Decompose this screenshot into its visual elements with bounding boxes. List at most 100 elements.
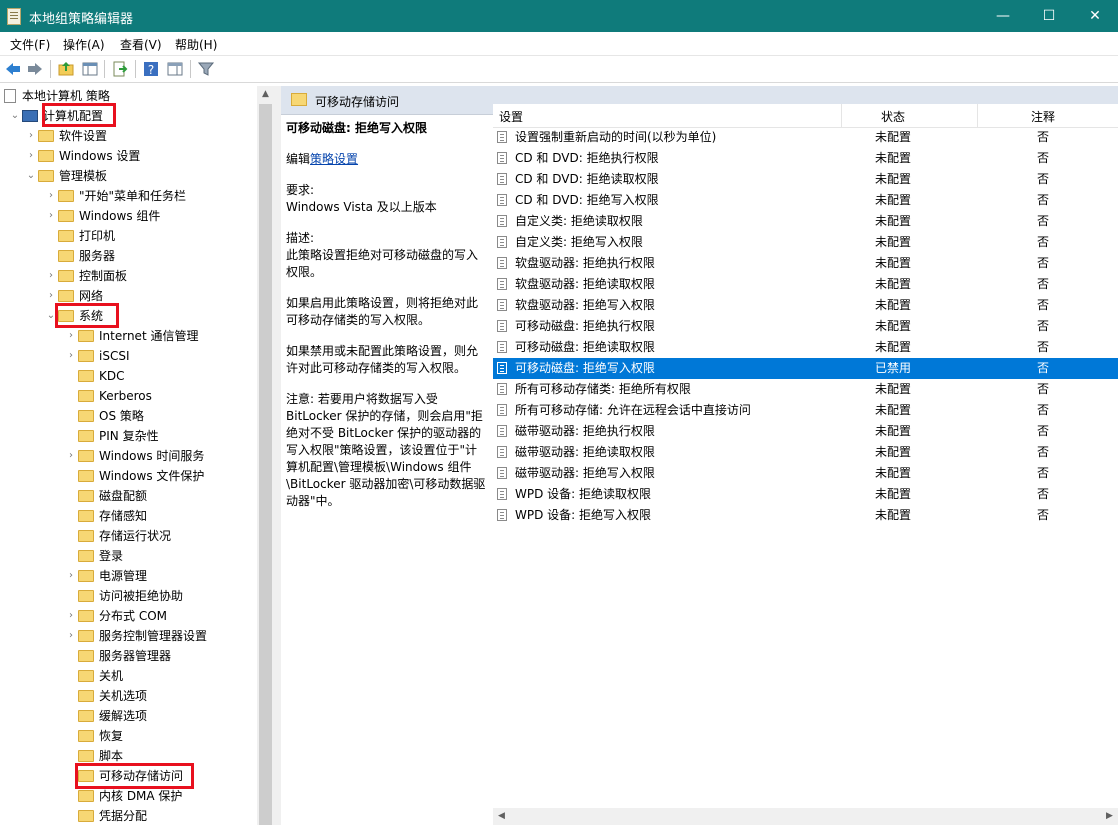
tree-item[interactable]: › Windows 时间服务 — [64, 446, 204, 466]
collapsed-chevron-icon[interactable]: › — [44, 266, 58, 286]
policy-setting-row[interactable]: 可移动磁盘: 拒绝写入权限 已禁用 否 — [493, 358, 1118, 379]
policy-setting-row[interactable]: 软盘驱动器: 拒绝执行权限 未配置 否 — [493, 253, 1118, 274]
pane-splitter[interactable] — [274, 86, 281, 825]
tree-item[interactable]: ⌄ 系统 — [44, 306, 103, 326]
collapsed-chevron-icon[interactable]: › — [44, 206, 58, 226]
tree-item[interactable]: 可移动存储访问 — [64, 766, 183, 786]
policy-setting-row[interactable]: CD 和 DVD: 拒绝执行权限 未配置 否 — [493, 148, 1118, 169]
tree-item[interactable]: › iSCSI — [64, 346, 130, 366]
scroll-left-arrow-icon[interactable]: ◀ — [493, 808, 510, 825]
collapsed-chevron-icon[interactable]: › — [24, 126, 38, 146]
policy-setting-row[interactable]: 磁带驱动器: 拒绝读取权限 未配置 否 — [493, 442, 1118, 463]
export-list-icon[interactable] — [111, 60, 129, 78]
menu-file[interactable]: 文件(F) — [10, 36, 50, 53]
help-icon[interactable]: ? — [142, 60, 160, 78]
tree-item[interactable]: › Windows 组件 — [44, 206, 160, 226]
column-header-state[interactable]: 状态 — [881, 108, 905, 125]
tree-item[interactable]: 访问被拒绝协助 — [64, 586, 183, 606]
policy-setting-row[interactable]: CD 和 DVD: 拒绝写入权限 未配置 否 — [493, 190, 1118, 211]
forward-icon[interactable] — [26, 60, 44, 78]
policy-setting-row[interactable]: 设置强制重新启动的时间(以秒为单位) 未配置 否 — [493, 127, 1118, 148]
tree-item[interactable]: Windows 文件保护 — [64, 466, 204, 486]
tree-item[interactable]: › 控制面板 — [44, 266, 127, 286]
policy-setting-row[interactable]: WPD 设备: 拒绝写入权限 未配置 否 — [493, 505, 1118, 526]
minimize-button[interactable]: — — [980, 0, 1026, 32]
column-header-setting[interactable]: 设置 — [499, 108, 523, 125]
tree-item[interactable]: OS 策略 — [64, 406, 144, 426]
policy-setting-row[interactable]: 所有可移动存储: 允许在远程会话中直接访问 未配置 否 — [493, 400, 1118, 421]
tree-item[interactable]: › 服务控制管理器设置 — [64, 626, 207, 646]
tree-item[interactable]: › 电源管理 — [64, 566, 147, 586]
tree-item[interactable]: KDC — [64, 366, 125, 386]
policy-setting-row[interactable]: 软盘驱动器: 拒绝读取权限 未配置 否 — [493, 274, 1118, 295]
policy-setting-row[interactable]: 自定义类: 拒绝写入权限 未配置 否 — [493, 232, 1118, 253]
tree-item[interactable]: PIN 复杂性 — [64, 426, 159, 446]
scroll-right-arrow-icon[interactable]: ▶ — [1101, 808, 1118, 825]
collapsed-chevron-icon[interactable]: › — [44, 186, 58, 206]
collapsed-chevron-icon[interactable]: › — [64, 566, 78, 586]
back-icon[interactable] — [4, 60, 22, 78]
collapsed-chevron-icon[interactable]: › — [64, 446, 78, 466]
expanded-chevron-icon[interactable]: ⌄ — [24, 166, 38, 186]
collapsed-chevron-icon[interactable]: › — [44, 286, 58, 306]
tree-item[interactable]: 关机 — [64, 666, 123, 686]
maximize-button[interactable]: ☐ — [1026, 0, 1072, 32]
menu-action[interactable]: 操作(A) — [63, 36, 105, 53]
policy-settings-link[interactable]: 策略设置 — [310, 152, 358, 166]
tree-item[interactable]: › 软件设置 — [24, 126, 107, 146]
tree-item[interactable]: › Internet 通信管理 — [64, 326, 198, 346]
expanded-chevron-icon[interactable]: ⌄ — [8, 106, 22, 126]
tree-item[interactable]: 服务器管理器 — [64, 646, 171, 666]
tree-item[interactable]: › 分布式 COM — [64, 606, 167, 626]
tree-item[interactable]: Kerberos — [64, 386, 152, 406]
policy-setting-row[interactable]: CD 和 DVD: 拒绝读取权限 未配置 否 — [493, 169, 1118, 190]
column-divider[interactable] — [977, 104, 978, 127]
scroll-up-arrow-icon[interactable]: ▲ — [257, 86, 274, 103]
tree-item[interactable]: ⌄ 计算机配置 — [8, 106, 103, 126]
close-button[interactable]: ✕ — [1072, 0, 1118, 32]
tree-item[interactable]: 凭据分配 — [64, 806, 147, 825]
tree-item[interactable]: › 网络 — [44, 286, 103, 306]
tree-item[interactable]: 内核 DMA 保护 — [64, 786, 182, 806]
properties-pane-icon[interactable] — [166, 60, 184, 78]
scrollbar-thumb[interactable] — [259, 104, 272, 825]
tree-item[interactable]: 缓解选项 — [64, 706, 147, 726]
policy-setting-row[interactable]: 磁带驱动器: 拒绝写入权限 未配置 否 — [493, 463, 1118, 484]
collapsed-chevron-icon[interactable]: › — [64, 326, 78, 346]
policy-setting-row[interactable]: 自定义类: 拒绝读取权限 未配置 否 — [493, 211, 1118, 232]
tree-item[interactable]: › Windows 设置 — [24, 146, 140, 166]
tree-item[interactable]: 关机选项 — [64, 686, 147, 706]
policy-setting-row[interactable]: 所有可移动存储类: 拒绝所有权限 未配置 否 — [493, 379, 1118, 400]
up-folder-icon[interactable] — [57, 60, 75, 78]
tree-vertical-scrollbar[interactable]: ▲ — [257, 86, 274, 825]
tree-item[interactable]: › "开始"菜单和任务栏 — [44, 186, 186, 206]
policy-setting-row[interactable]: 软盘驱动器: 拒绝写入权限 未配置 否 — [493, 295, 1118, 316]
filter-icon[interactable] — [197, 60, 215, 78]
tree-item[interactable]: 打印机 — [44, 226, 115, 246]
collapsed-chevron-icon[interactable]: › — [24, 146, 38, 166]
collapsed-chevron-icon[interactable]: › — [64, 606, 78, 626]
expanded-chevron-icon[interactable]: ⌄ — [44, 306, 58, 326]
collapsed-chevron-icon[interactable]: › — [64, 626, 78, 646]
collapsed-chevron-icon[interactable]: › — [64, 346, 78, 366]
tree-item[interactable]: 服务器 — [44, 246, 115, 266]
column-header-comment[interactable]: 注释 — [1031, 108, 1055, 125]
tree-item[interactable]: 存储感知 — [64, 506, 147, 526]
policy-setting-row[interactable]: WPD 设备: 拒绝读取权限 未配置 否 — [493, 484, 1118, 505]
policy-setting-row[interactable]: 磁带驱动器: 拒绝执行权限 未配置 否 — [493, 421, 1118, 442]
policy-setting-row[interactable]: 可移动磁盘: 拒绝执行权限 未配置 否 — [493, 316, 1118, 337]
tree-item[interactable]: 登录 — [64, 546, 123, 566]
tree-item[interactable]: 恢复 — [64, 726, 123, 746]
policy-setting-row[interactable]: 可移动磁盘: 拒绝读取权限 未配置 否 — [493, 337, 1118, 358]
tree-item[interactable]: 存储运行状况 — [64, 526, 171, 546]
column-divider[interactable] — [841, 104, 842, 127]
tree-item[interactable]: 磁盘配额 — [64, 486, 147, 506]
menu-view[interactable]: 查看(V) — [120, 36, 162, 53]
tree-item[interactable]: 本地计算机 策略 — [4, 86, 110, 106]
tree-item[interactable]: 脚本 — [64, 746, 123, 766]
policy-setting-icon — [497, 194, 507, 206]
tree-item[interactable]: ⌄ 管理模板 — [24, 166, 107, 186]
list-horizontal-scrollbar[interactable]: ◀ ▶ — [493, 808, 1118, 825]
show-hide-tree-icon[interactable] — [81, 60, 99, 78]
menu-help[interactable]: 帮助(H) — [175, 36, 217, 53]
